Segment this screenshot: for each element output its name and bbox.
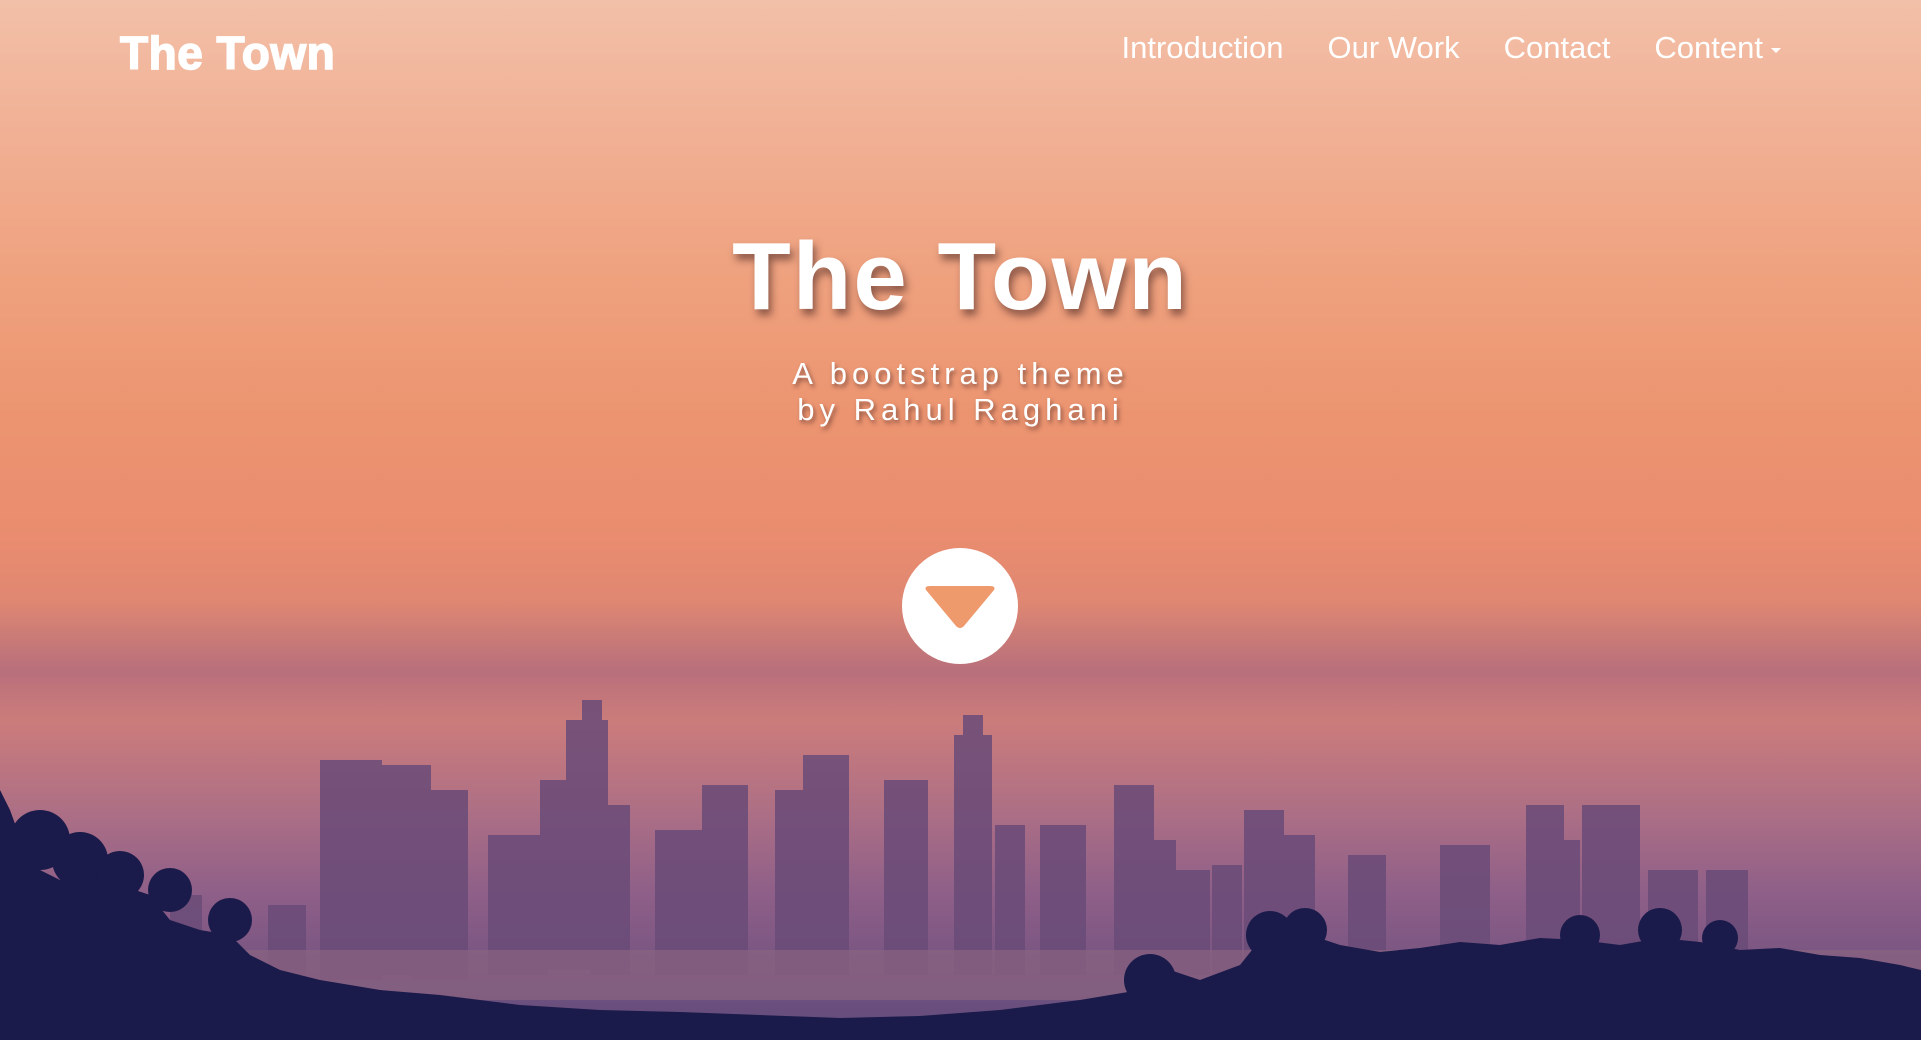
scroll-down-button[interactable] <box>902 548 1018 664</box>
hero-section <box>0 0 1921 1040</box>
nav-link-label: Introduction <box>1121 30 1284 65</box>
chevron-down-icon <box>925 586 995 628</box>
navbar: The Town Introduction Our Work Contact C… <box>0 0 1921 100</box>
hero-title: The Town <box>732 223 1189 330</box>
nav-dropdown-content[interactable]: Content <box>1654 30 1781 66</box>
city-skyline-image <box>0 700 1921 1040</box>
hero-subtitle-line: by Rahul Raghani <box>797 392 1124 427</box>
nav-link-introduction[interactable]: Introduction <box>1122 30 1284 66</box>
nav-link-contact[interactable]: Contact <box>1504 30 1611 66</box>
hero-subtitle-line: A bootstrap theme <box>792 356 1129 391</box>
caret-down-icon <box>1771 47 1781 53</box>
nav-link-our-work[interactable]: Our Work <box>1328 30 1460 66</box>
nav-link-label: Content <box>1654 30 1763 65</box>
nav-link-label: Our Work <box>1327 30 1460 65</box>
brand-logo-link[interactable]: The Town <box>119 26 335 80</box>
hero-subtitle: A bootstrap theme by Rahul Raghani <box>0 356 1921 428</box>
nav-link-label: Contact <box>1503 30 1611 65</box>
nav-links: Introduction Our Work Contact Content <box>1122 30 1781 66</box>
